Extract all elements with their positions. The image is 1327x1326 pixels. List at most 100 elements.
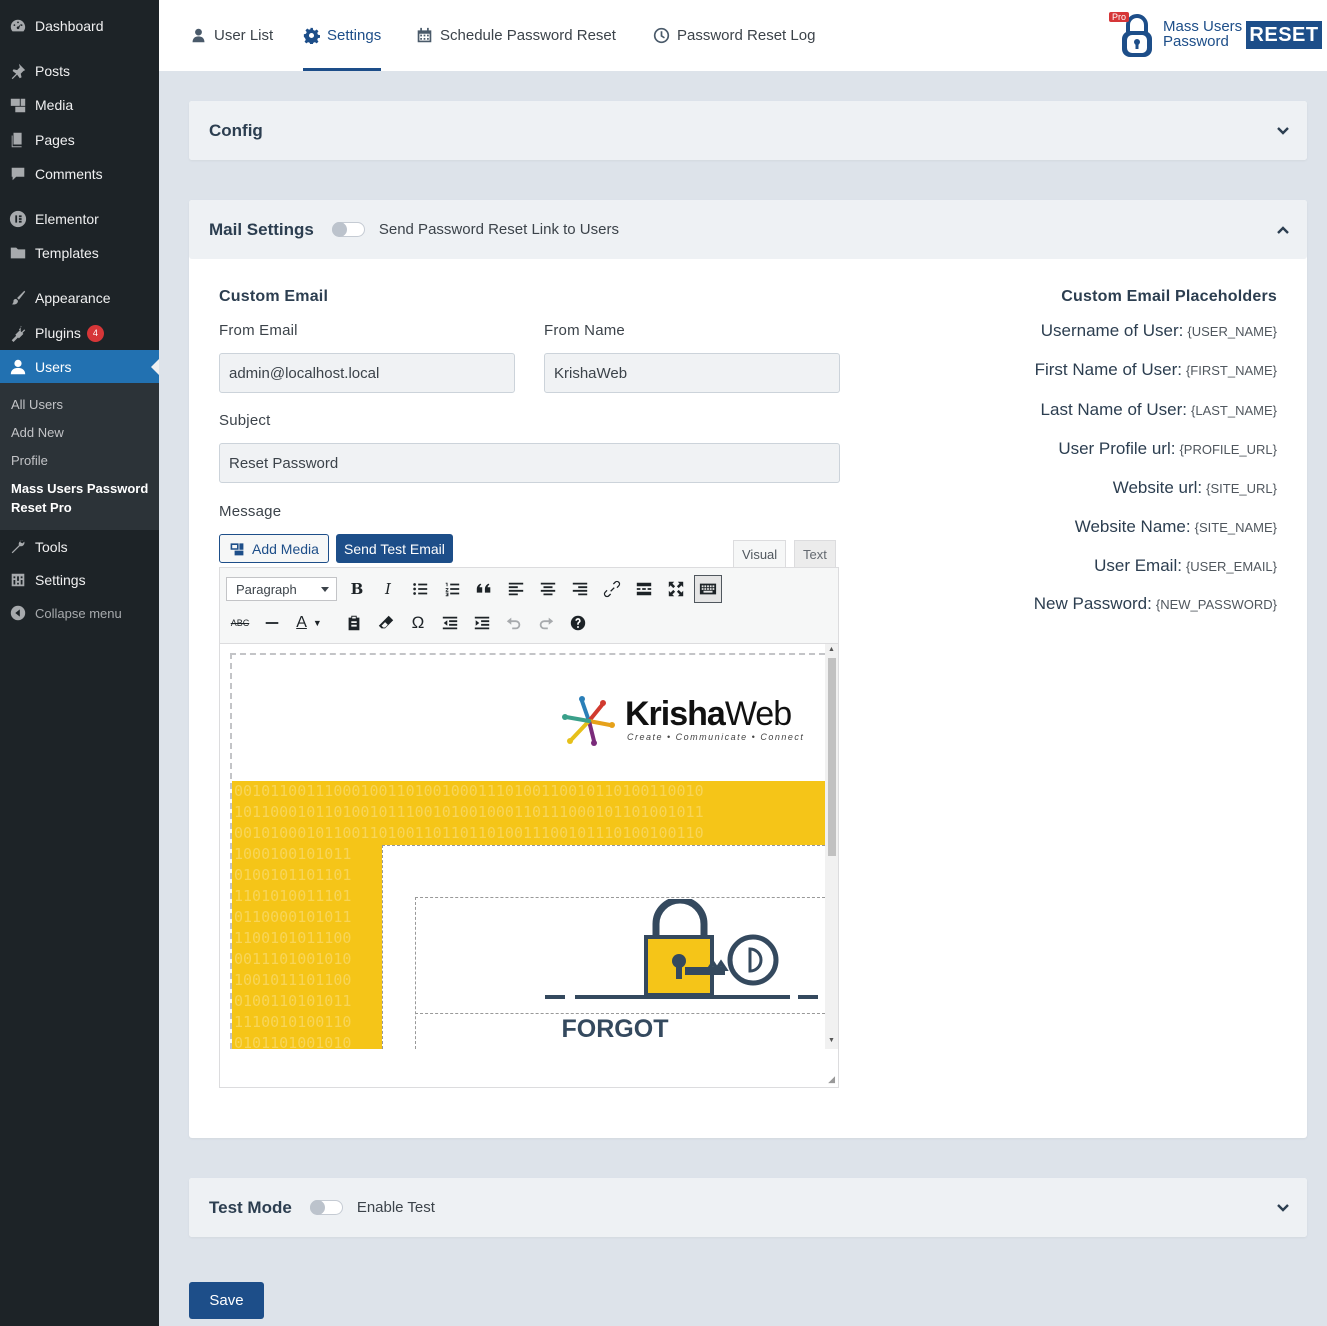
placeholder-label: User Profile url: bbox=[1058, 439, 1176, 458]
scroll-down-arrow-icon[interactable]: ▼ bbox=[828, 1037, 835, 1044]
from-name-field[interactable]: KrishaWeb bbox=[544, 353, 840, 393]
sidebar-item-posts[interactable]: Posts bbox=[0, 54, 159, 88]
link-icon[interactable] bbox=[598, 575, 626, 603]
blockquote-icon[interactable] bbox=[470, 575, 498, 603]
sidebar-item-elementor[interactable]: Elementor bbox=[0, 202, 159, 236]
admin-sidebar: Dashboard Posts Media Pages Comments Ele… bbox=[0, 0, 159, 1326]
text-color-icon[interactable]: A ▼ bbox=[290, 609, 328, 637]
tab-visual[interactable]: Visual bbox=[733, 540, 787, 568]
sidebar-item-pages[interactable]: Pages bbox=[0, 123, 159, 157]
from-email-field[interactable]: admin@localhost.local bbox=[219, 353, 515, 393]
logo-text-line1: Mass Users bbox=[1163, 18, 1243, 35]
help-icon[interactable] bbox=[564, 609, 592, 637]
logo-text-line2: Password bbox=[1163, 33, 1229, 50]
align-center-icon[interactable] bbox=[534, 575, 562, 603]
numbered-list-icon[interactable] bbox=[438, 575, 466, 603]
sidebar-item-label: Elementor bbox=[35, 211, 99, 227]
align-left-icon[interactable] bbox=[502, 575, 530, 603]
calendar-icon bbox=[417, 27, 432, 43]
undo-icon[interactable] bbox=[500, 609, 528, 637]
paste-text-icon[interactable] bbox=[340, 609, 368, 637]
placeholder-code: {NEW_PASSWORD} bbox=[1155, 597, 1277, 612]
indent-icon[interactable] bbox=[468, 609, 496, 637]
sidebar-item-tools[interactable]: Tools bbox=[0, 530, 159, 564]
submenu-profile[interactable]: Profile bbox=[11, 453, 48, 468]
test-mode-header[interactable]: Test Mode Enable Test bbox=[189, 1178, 1307, 1237]
vertical-scrollbar[interactable]: ▲ ▼ bbox=[825, 644, 838, 1049]
mail-settings-header[interactable]: Mail Settings Send Password Reset Link t… bbox=[189, 200, 1307, 259]
chevron-up-icon[interactable] bbox=[1276, 222, 1290, 236]
placeholder-label: User Email: bbox=[1094, 556, 1182, 575]
bullet-list-icon[interactable] bbox=[406, 575, 434, 603]
sidebar-item-comments[interactable]: Comments bbox=[0, 157, 159, 191]
read-more-icon[interactable] bbox=[630, 575, 658, 603]
scroll-up-arrow-icon[interactable]: ▲ bbox=[828, 646, 835, 653]
horizontal-line-icon[interactable] bbox=[258, 609, 286, 637]
message-label: Message bbox=[219, 503, 282, 520]
sidebar-item-media[interactable]: Media bbox=[0, 88, 159, 122]
sidebar-item-label: Dashboard bbox=[35, 18, 104, 34]
special-character-icon[interactable]: Ω bbox=[404, 609, 432, 637]
italic-icon[interactable]: I bbox=[374, 575, 402, 603]
sidebar-item-label: Comments bbox=[35, 166, 103, 182]
enable-test-label: Enable Test bbox=[356, 1199, 435, 1216]
sidebar-item-label: Appearance bbox=[35, 290, 111, 306]
submenu-add-new[interactable]: Add New bbox=[11, 425, 64, 440]
bold-icon[interactable]: B bbox=[343, 575, 371, 603]
sidebar-item-label: Pages bbox=[35, 132, 75, 148]
tab-user-list[interactable]: User List bbox=[190, 0, 273, 71]
add-media-button[interactable]: Add Media bbox=[219, 534, 329, 563]
fullscreen-icon[interactable] bbox=[662, 575, 690, 603]
placeholder-code: {USER_EMAIL} bbox=[1185, 559, 1277, 574]
tab-password-reset-log[interactable]: Password Reset Log bbox=[653, 0, 815, 71]
chevron-down-icon[interactable] bbox=[1276, 1200, 1290, 1214]
sidebar-item-appearance[interactable]: Appearance bbox=[0, 281, 159, 315]
submenu-mass-users-password-reset-pro[interactable]: Mass Users Password Reset Pro bbox=[11, 479, 151, 517]
tab-settings[interactable]: Settings bbox=[303, 0, 382, 71]
media-icon bbox=[230, 542, 244, 555]
placeholder-row: Website url: {SITE_URL} bbox=[1113, 478, 1277, 498]
gear-icon bbox=[303, 27, 320, 44]
placeholder-label: First Name of User: bbox=[1034, 360, 1182, 379]
save-button[interactable]: Save bbox=[189, 1282, 264, 1319]
sidebar-item-plugins[interactable]: Plugins 4 bbox=[0, 316, 159, 350]
send-test-email-button[interactable]: Send Test Email bbox=[336, 534, 453, 563]
send-reset-link-toggle[interactable] bbox=[331, 222, 365, 237]
editor-toolbar: Paragraph B I ABC A ▼ Ω bbox=[220, 568, 838, 644]
outdent-icon[interactable] bbox=[436, 609, 464, 637]
placeholder-row: User Profile url: {PROFILE_URL} bbox=[1058, 439, 1277, 459]
placeholder-row: First Name of User: {FIRST_NAME} bbox=[1035, 360, 1277, 380]
editor-content-area[interactable]: KrishaWeb Create • Communicate • Connect… bbox=[220, 644, 838, 1049]
sidebar-item-label: Templates bbox=[35, 245, 99, 261]
clear-formatting-icon[interactable] bbox=[372, 609, 400, 637]
redo-icon[interactable] bbox=[532, 609, 560, 637]
vertical-scroll-thumb[interactable] bbox=[828, 658, 836, 856]
collapse-menu-button[interactable]: Collapse menu bbox=[0, 596, 159, 630]
sidebar-item-templates[interactable]: Templates bbox=[0, 236, 159, 270]
align-right-icon[interactable] bbox=[566, 575, 594, 603]
resize-handle-icon[interactable]: ◢ bbox=[828, 1074, 835, 1085]
chevron-down-icon[interactable] bbox=[1276, 123, 1290, 137]
placeholder-label: Username of User: bbox=[1040, 321, 1184, 340]
enable-test-toggle[interactable] bbox=[309, 1200, 343, 1215]
tab-schedule-password-reset[interactable]: Schedule Password Reset bbox=[416, 0, 616, 71]
placeholder-code: {SITE_URL} bbox=[1206, 481, 1277, 496]
elementor-icon bbox=[0, 210, 35, 228]
sidebar-item-users[interactable]: Users bbox=[0, 350, 159, 384]
toolbar-toggle-icon[interactable] bbox=[694, 575, 722, 603]
config-panel-header[interactable]: Config bbox=[189, 101, 1307, 160]
strikethrough-icon[interactable]: ABC bbox=[226, 609, 254, 637]
user-icon bbox=[192, 28, 205, 43]
subject-field[interactable]: Reset Password bbox=[219, 443, 840, 483]
sidebar-item-settings[interactable]: Settings bbox=[0, 563, 159, 597]
format-select[interactable]: Paragraph bbox=[226, 577, 337, 601]
logo-reset-word: RESET bbox=[1246, 21, 1322, 49]
sidebar-item-dashboard[interactable]: Dashboard bbox=[0, 9, 159, 43]
submenu-all-users[interactable]: All Users bbox=[11, 397, 63, 412]
placeholder-row: User Email: {USER_EMAIL} bbox=[1094, 556, 1277, 576]
add-media-label: Add Media bbox=[252, 540, 319, 557]
placeholder-label: Website url: bbox=[1112, 478, 1203, 497]
mail-settings-title: Mail Settings bbox=[209, 219, 314, 239]
tab-text[interactable]: Text bbox=[794, 540, 836, 568]
tab-label: User List bbox=[214, 27, 274, 44]
